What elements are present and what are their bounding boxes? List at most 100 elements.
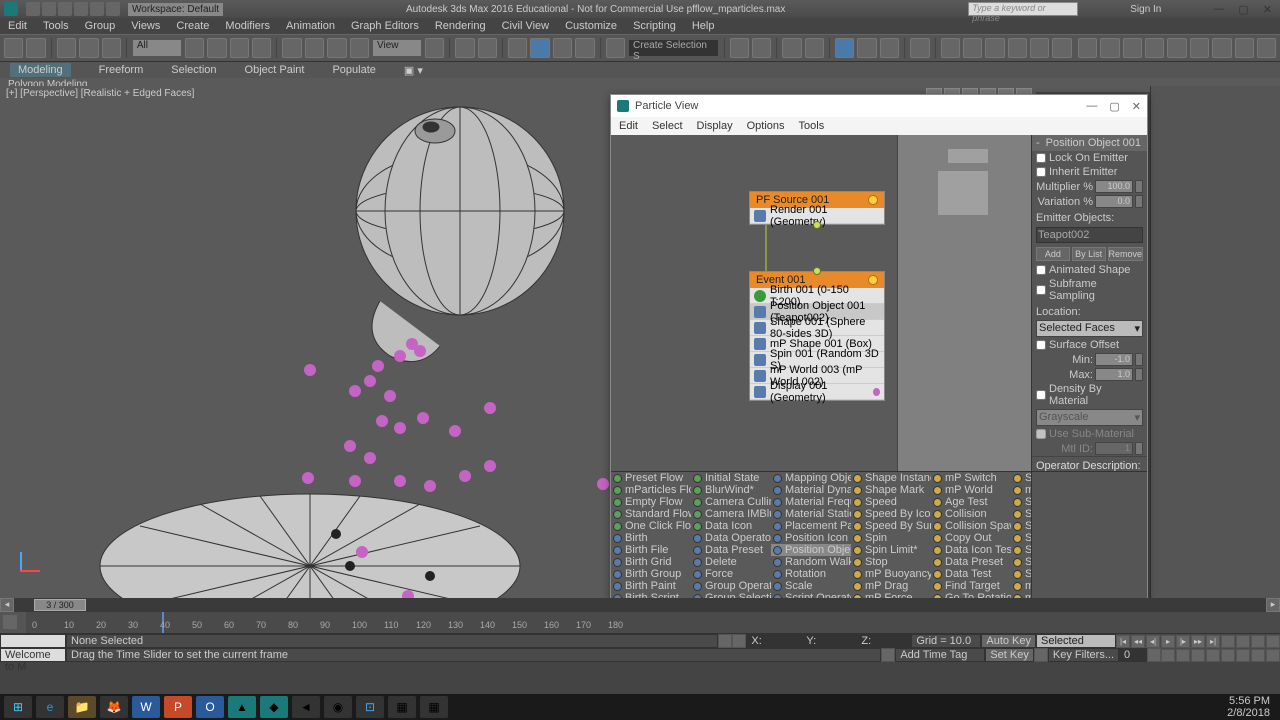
key-filter-select[interactable]: Selected — [1036, 634, 1116, 648]
bylist-button[interactable]: By List — [1072, 247, 1106, 261]
task-explorer[interactable]: 📁 — [68, 696, 96, 718]
start-button[interactable]: ⊞ — [4, 696, 32, 718]
qat-new-icon[interactable] — [26, 2, 40, 16]
time-slider-track[interactable]: ◂ 3 / 300 ▸ — [0, 598, 1280, 612]
layers2-button[interactable] — [805, 38, 824, 58]
menu-views[interactable]: Views — [131, 20, 160, 32]
render-prod-button[interactable] — [1008, 38, 1027, 58]
depot-item[interactable]: Material Dynamic — [771, 484, 851, 496]
cmd-panel-motion-button[interactable] — [1145, 38, 1164, 58]
ribbon-tab-selection[interactable]: Selection — [171, 64, 216, 76]
max-spinner[interactable]: 1.0 — [1095, 368, 1133, 381]
nav-4-button[interactable] — [1266, 635, 1280, 648]
depot-item[interactable]: mP Buoyancy — [851, 568, 931, 580]
set-key-mode-button[interactable] — [3, 615, 17, 629]
render-as-button[interactable] — [1052, 38, 1071, 58]
animated-shape-checkbox[interactable] — [1036, 265, 1046, 275]
spinner-snap-button[interactable] — [575, 38, 594, 58]
mat-editor-button[interactable] — [910, 38, 929, 58]
depot-item[interactable]: One Click Flow — [611, 520, 691, 532]
pv-close[interactable]: ✕ — [1132, 100, 1141, 113]
bind-button[interactable] — [102, 38, 121, 58]
depot-item[interactable]: Birth File — [611, 544, 691, 556]
cmd-panel-util-button[interactable] — [1190, 38, 1209, 58]
pv-minimize[interactable]: — — [1086, 100, 1097, 113]
depot-item[interactable]: Camera Culling — [691, 496, 771, 508]
multiplier-spinner[interactable]: 100.0 — [1095, 180, 1133, 193]
ribbon-tab-object-paint[interactable]: Object Paint — [245, 64, 305, 76]
depot-item[interactable]: Delete — [691, 556, 771, 568]
depot-item[interactable]: Speed By Icon — [851, 508, 931, 520]
percent-snap-button[interactable] — [553, 38, 572, 58]
pv-maximize[interactable]: ▢ — [1109, 100, 1119, 113]
depot-item[interactable]: Shape Instance — [851, 472, 931, 484]
depot-item[interactable]: Shape Mark — [851, 484, 931, 496]
depot-item[interactable]: mP Switch — [931, 472, 1011, 484]
time-slider-left[interactable]: ◂ — [0, 598, 14, 612]
depot-item[interactable]: Stop — [851, 556, 931, 568]
cmd-panel-modify-button[interactable] — [1100, 38, 1119, 58]
autokey-button[interactable]: Auto Key — [981, 634, 1036, 648]
snap-3-button[interactable] — [508, 38, 527, 58]
time-config-button[interactable] — [1147, 648, 1161, 662]
min-spinner[interactable]: -1.0 — [1095, 353, 1133, 366]
add-button[interactable]: Add — [1036, 247, 1070, 261]
key-filters-button[interactable]: Key Filters... — [1048, 648, 1119, 662]
system-tray[interactable]: 5:56 PM2/8/2018 — [1227, 695, 1276, 719]
depot-item[interactable]: Preset Flow — [611, 472, 691, 484]
task-app2[interactable]: ◉ — [324, 696, 352, 718]
depot-item[interactable]: Position Object — [771, 544, 851, 556]
depot-item[interactable]: mP Drag — [851, 580, 931, 592]
depot-item[interactable]: Scale — [771, 580, 851, 592]
depot-item[interactable]: Placement Paint — [771, 520, 851, 532]
depot-item[interactable]: Spli — [1011, 532, 1031, 544]
close-button[interactable]: ✕ — [1263, 3, 1272, 16]
task-app1[interactable]: ◄ — [292, 696, 320, 718]
depot-item[interactable]: Spin Limit* — [851, 544, 931, 556]
maximize-button[interactable]: ▢ — [1238, 3, 1248, 16]
coord-x[interactable]: X: — [746, 634, 801, 648]
depot-item[interactable]: Birth Group — [611, 568, 691, 580]
menu-modifiers[interactable]: Modifiers — [225, 20, 270, 32]
render-setup-button[interactable] — [941, 38, 960, 58]
next-frame-button[interactable]: ▸▸ — [1191, 635, 1205, 648]
lock-emitter-checkbox[interactable] — [1036, 153, 1046, 163]
time-tag-icon[interactable] — [881, 648, 895, 662]
unlink-button[interactable] — [79, 38, 98, 58]
task-app3[interactable]: ⊡ — [356, 696, 384, 718]
depot-item[interactable]: Rotation — [771, 568, 851, 580]
depot-item[interactable]: Spli — [1011, 544, 1031, 556]
play-button[interactable]: ▸ — [1161, 635, 1175, 648]
depot-item[interactable]: Speed By Surface — [851, 520, 931, 532]
mirror-button[interactable] — [730, 38, 749, 58]
render-button[interactable] — [985, 38, 1004, 58]
lock-icon[interactable] — [718, 634, 732, 648]
menu-customize[interactable]: Customize — [565, 20, 617, 32]
depot-item[interactable]: Speed — [851, 496, 931, 508]
pivot-button[interactable] — [425, 38, 444, 58]
time-slider-right[interactable]: ▸ — [1266, 598, 1280, 612]
depot-item[interactable]: Spli — [1011, 508, 1031, 520]
subframe-checkbox[interactable] — [1036, 285, 1046, 295]
depot-item[interactable]: mP World — [931, 484, 1011, 496]
pv-title-bar[interactable]: Particle View —▢✕ — [611, 95, 1147, 117]
menu-scripting[interactable]: Scripting — [633, 20, 676, 32]
depot-item[interactable]: Birth — [611, 532, 691, 544]
align-button[interactable] — [752, 38, 771, 58]
render-iter-button[interactable] — [1030, 38, 1049, 58]
vnav-3[interactable] — [1191, 649, 1205, 662]
coord-z[interactable]: Z: — [856, 634, 911, 648]
depot-item[interactable]: Empty Flow — [611, 496, 691, 508]
add-time-tag[interactable]: Add Time Tag — [895, 648, 985, 662]
input-port[interactable] — [813, 267, 821, 275]
depot-item[interactable]: Spin — [851, 532, 931, 544]
pv-op-shape[interactable]: Shape 001 (Sphere 80-sides 3D) — [770, 316, 880, 340]
qat-save-icon[interactable] — [58, 2, 72, 16]
ribbon-tab-freeform[interactable]: Freeform — [99, 64, 144, 76]
cmd-panel-display-button[interactable] — [1167, 38, 1186, 58]
collapse-icon[interactable]: - — [1036, 137, 1040, 149]
pv-minimap[interactable] — [897, 135, 1031, 471]
depot-item[interactable]: Collision — [931, 508, 1011, 520]
output-port[interactable] — [813, 221, 821, 229]
depot-item[interactable]: Initial State — [691, 472, 771, 484]
